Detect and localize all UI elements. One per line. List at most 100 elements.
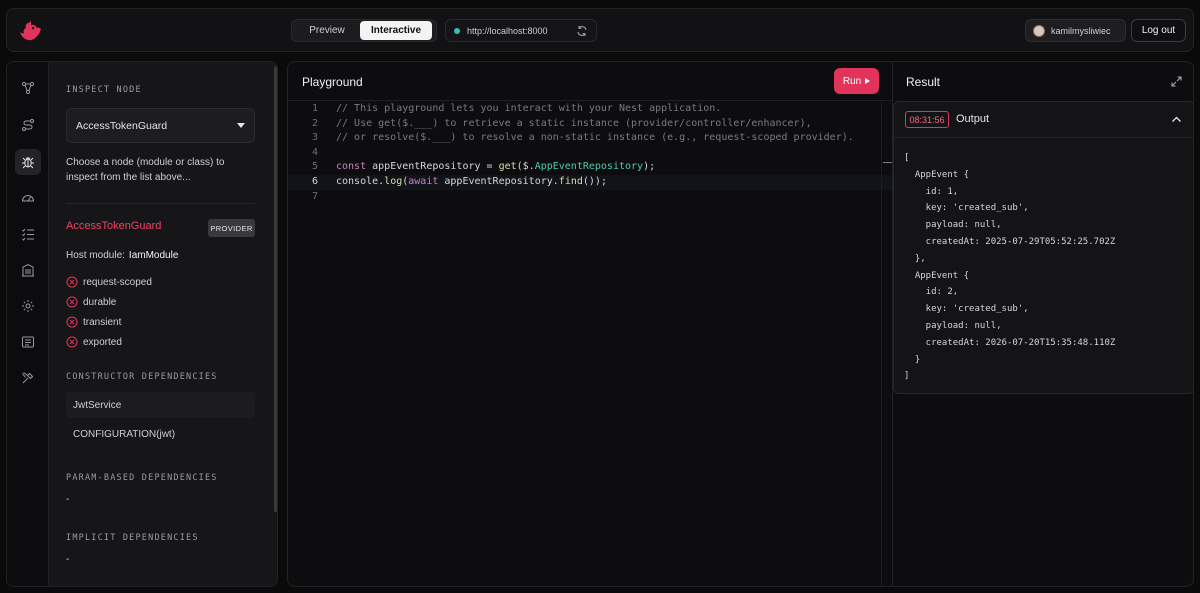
building-icon[interactable] [15,257,41,283]
run-button[interactable]: Run [834,68,879,94]
code-text: // This playground lets you interact wit… [336,103,722,114]
output-line: createdAt: 2025-07-29T05:52:25.702Z [904,236,1116,247]
select-hint: Choose a node (module or class) to inspe… [66,157,225,183]
code-line: 2 // Use get($.___) to retrieve a static … [288,117,892,132]
implicit-deps-heading: IMPLICIT DEPENDENCIES [66,533,199,543]
logs-icon[interactable] [15,329,41,355]
flag-request-scoped: request-scoped [66,276,152,288]
playground-title: Playground [302,75,363,89]
dependency-item[interactable]: CONFIGURATION(jwt) [66,421,255,447]
url-text: http://localhost:8000 [467,25,548,36]
node-select-dropdown[interactable]: AccessTokenGuard [66,108,255,143]
flag-label: transient [83,316,122,328]
implicit-deps-value: - [66,554,70,565]
code-text: // or resolve($.___) to resolve a non-st… [336,132,854,144]
code-text: // Use get($.___) to retrieve a static i… [336,117,812,129]
output-line: payload: null, [904,220,1002,231]
output-line: AppEvent { [904,169,970,180]
code-line: 3 // or resolve($.___) to resolve a non-s… [288,131,892,146]
connection-status-dot [454,27,460,34]
settings-gear-icon[interactable] [15,293,41,319]
param-deps-heading: PARAM-BASED DEPENDENCIES [66,473,218,483]
output-line: } [904,354,921,365]
flag-transient: transient [66,316,121,328]
timestamp-badge: 08:31:56 [905,111,949,128]
output-line: ] [904,371,910,382]
node-select-value: AccessTokenGuard [76,119,168,132]
logout-button[interactable]: Log out [1131,19,1186,42]
output-line: key: 'created_sub', [904,203,1029,214]
x-circle-icon [66,336,78,348]
checklist-icon[interactable] [15,221,41,247]
inspect-panel: INSPECT NODE AccessTokenGuard Choose a n… [49,62,277,586]
dashboard-gauge-icon[interactable] [15,185,41,211]
flag-label: request-scoped [83,276,152,288]
routes-icon[interactable] [15,112,41,138]
output-line: id: 2, [904,287,959,298]
code-line-current: 6 console.log(await appEventRepository.fi… [288,174,892,190]
code-text: const appEventRepository = get($.AppEven… [336,161,656,173]
output-line: AppEvent { [904,270,970,281]
line-number: 3 [311,132,318,144]
preview-tab[interactable]: Preview [294,21,360,40]
flag-durable: durable [66,296,116,308]
line-number: 2 [311,117,318,129]
flag-label: durable [83,296,117,308]
node-name: AccessTokenGuard [66,220,162,232]
output-body: [ AppEvent { id: 1, key: 'created_sub', … [904,150,1115,385]
minimap-border [881,102,882,586]
inspect-node-heading: INSPECT NODE [66,85,142,95]
code-line: 5 const appEventRepository = get($.AppEve… [288,160,892,175]
play-icon [865,78,871,84]
output-line: id: 1, [904,186,959,197]
code-line: 1 // This playground lets you interact wi… [288,102,892,117]
result-title: Result [906,75,941,89]
modules-graph-icon[interactable] [15,75,41,101]
tools-icon[interactable] [15,365,41,391]
host-module: Host module: IamModule [66,250,178,261]
line-number: 1 [311,103,318,114]
url-bar[interactable]: http://localhost:8000 [445,19,597,42]
output-label: Output [956,113,990,125]
caret-down-icon [237,123,245,128]
interactive-tab[interactable]: Interactive [360,21,432,40]
host-module-label: Host module: [66,250,125,261]
username: kamilmysliwiec [1051,25,1111,36]
x-circle-icon [66,296,78,308]
chevron-up-icon[interactable] [1171,114,1182,125]
output-line: [ [904,153,910,163]
left-panel: INSPECT NODE AccessTokenGuard Choose a n… [6,61,278,587]
param-deps-value: - [66,494,70,505]
playground-panel: Playground Run 1 // This playground lets … [287,61,893,587]
output-card: 08:31:56 Output [ AppEvent { id: 1, key:… [893,101,1193,394]
constructor-deps-heading: CONSTRUCTOR DEPENDENCIES [66,372,218,382]
result-panel: Result 08:31:56 Output [ AppEvent { id: … [893,61,1194,587]
output-header[interactable]: 08:31:56 Output [894,102,1193,138]
line-number: 6 [311,175,318,187]
divider [66,203,255,204]
minimap-marker [883,162,892,163]
dependency-item[interactable]: JwtService [66,392,255,418]
node-type-badge: PROVIDER [208,219,255,237]
code-editor[interactable]: 1 // This playground lets you interact wi… [288,102,892,204]
bug-icon[interactable] [15,149,41,175]
nestjs-logo-icon[interactable] [18,18,44,44]
code-line: 4 [288,146,892,161]
output-line: createdAt: 2026-07-20T15:35:48.110Z [904,337,1116,348]
line-number: 7 [311,190,318,202]
output-line: payload: null, [904,320,1002,331]
code-line: 7 [288,190,892,205]
scrollbar-thumb[interactable] [274,66,277,512]
flag-label: exported [83,336,122,348]
line-number: 5 [311,161,318,173]
run-label: Run [842,75,862,87]
expand-icon[interactable] [1171,76,1182,87]
user-menu[interactable]: kamilmysliwiec [1025,19,1126,42]
icon-rail [7,62,49,586]
avatar [1033,24,1045,37]
inspect-scrollbar[interactable] [273,62,277,586]
flag-exported: exported [66,336,122,348]
code-text: console.log(await appEventRepository.fin… [336,175,607,187]
output-line: }, [904,253,926,264]
refresh-icon[interactable] [576,25,588,37]
